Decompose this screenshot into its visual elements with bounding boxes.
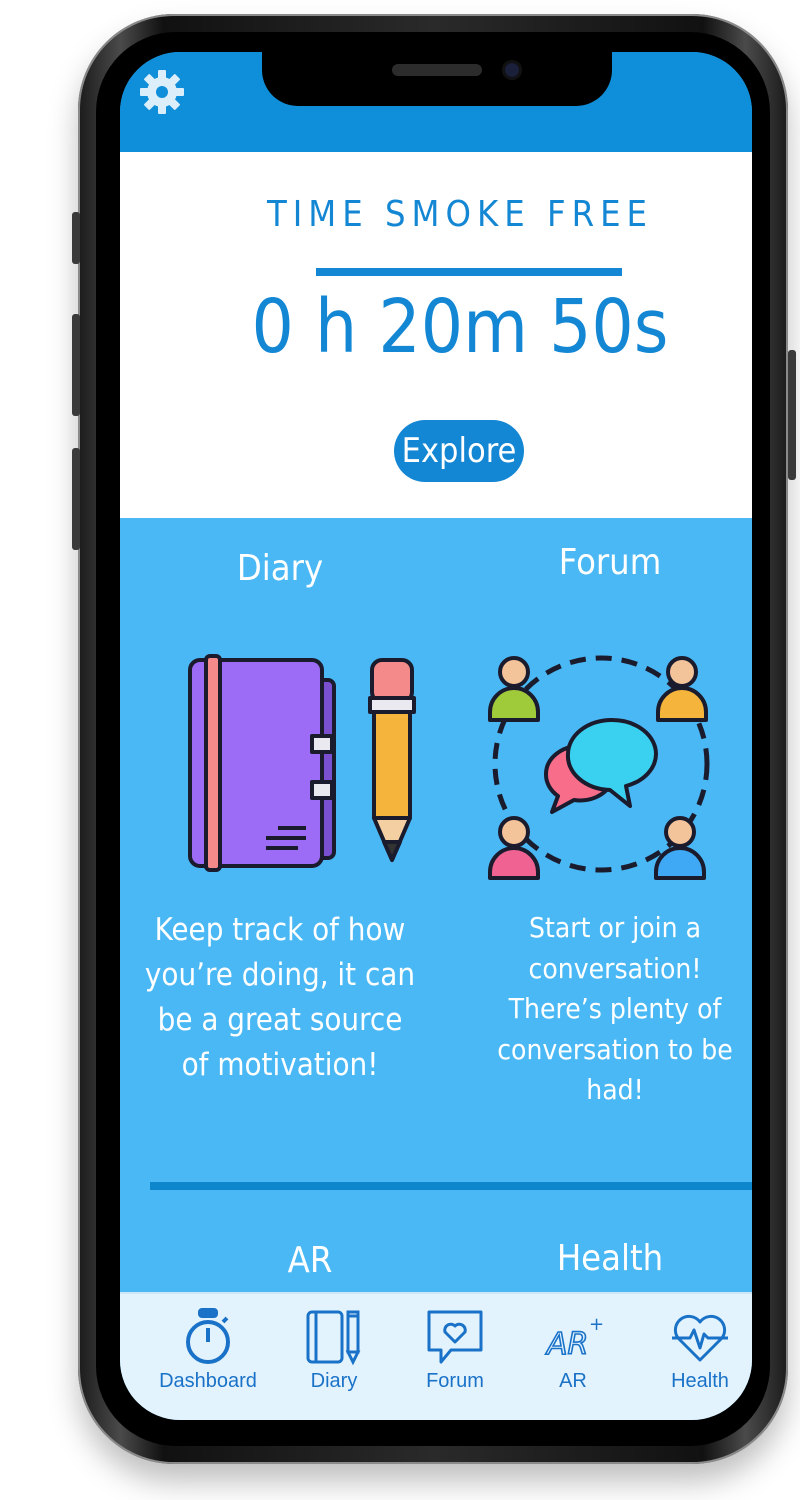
tab-ar-label: AR [559,1370,587,1392]
gear-icon[interactable] [138,68,186,116]
diary-description: Keep track of how you’re doing, it can b… [144,912,416,1083]
svg-text:AR: AR [545,1327,588,1362]
tab-forum-label: Forum [426,1370,484,1392]
tab-forum[interactable]: Forum [395,1308,515,1393]
phone-notch [262,44,612,106]
heartbeat-icon [672,1314,728,1362]
front-camera [502,60,522,80]
power-button [788,350,796,480]
speaker-grille [392,64,482,76]
timer-underline [316,268,622,276]
section-divider [150,1182,752,1190]
mute-switch [72,212,80,264]
chat-heart-icon [427,1310,483,1364]
bottom-tab-bar: Dashboard Diary Forum AR + AR Health [120,1292,752,1420]
volume-up-button [72,314,80,416]
tab-dashboard-label: Dashboard [159,1370,257,1392]
ar-icon: AR + [544,1314,604,1363]
tab-health-label: Health [671,1370,729,1392]
tab-health[interactable]: Health [640,1308,752,1393]
tab-diary[interactable]: Diary [274,1308,394,1393]
forum-chat-icon [488,655,710,880]
tab-dashboard[interactable]: Dashboard [148,1308,268,1392]
forum-title: Forum [558,542,662,583]
timer-title: TIME SMOKE FREE [266,194,654,235]
ar-title[interactable]: AR [210,1240,410,1281]
tab-ar[interactable]: AR + AR [513,1308,633,1393]
diary-title: Diary [236,548,324,589]
health-title[interactable]: Health [510,1238,710,1279]
timer-elapsed: 0 h 20m 50s [251,284,669,370]
notebook-icon [306,1310,361,1366]
notebook-pencil-icon [188,654,416,872]
tab-diary-label: Diary [310,1370,358,1392]
app-screen: TIME SMOKE FREE 0 h 20m 50s Explore Diar… [120,52,752,1420]
volume-down-button [72,448,80,550]
explore-button[interactable]: Explore [394,420,524,482]
forum-description: Start or join a conversation! There’s pl… [497,911,733,1107]
timer-panel: TIME SMOKE FREE 0 h 20m 50s Explore [120,152,752,518]
stopwatch-icon [186,1308,230,1364]
svg-text:+: + [589,1314,604,1335]
